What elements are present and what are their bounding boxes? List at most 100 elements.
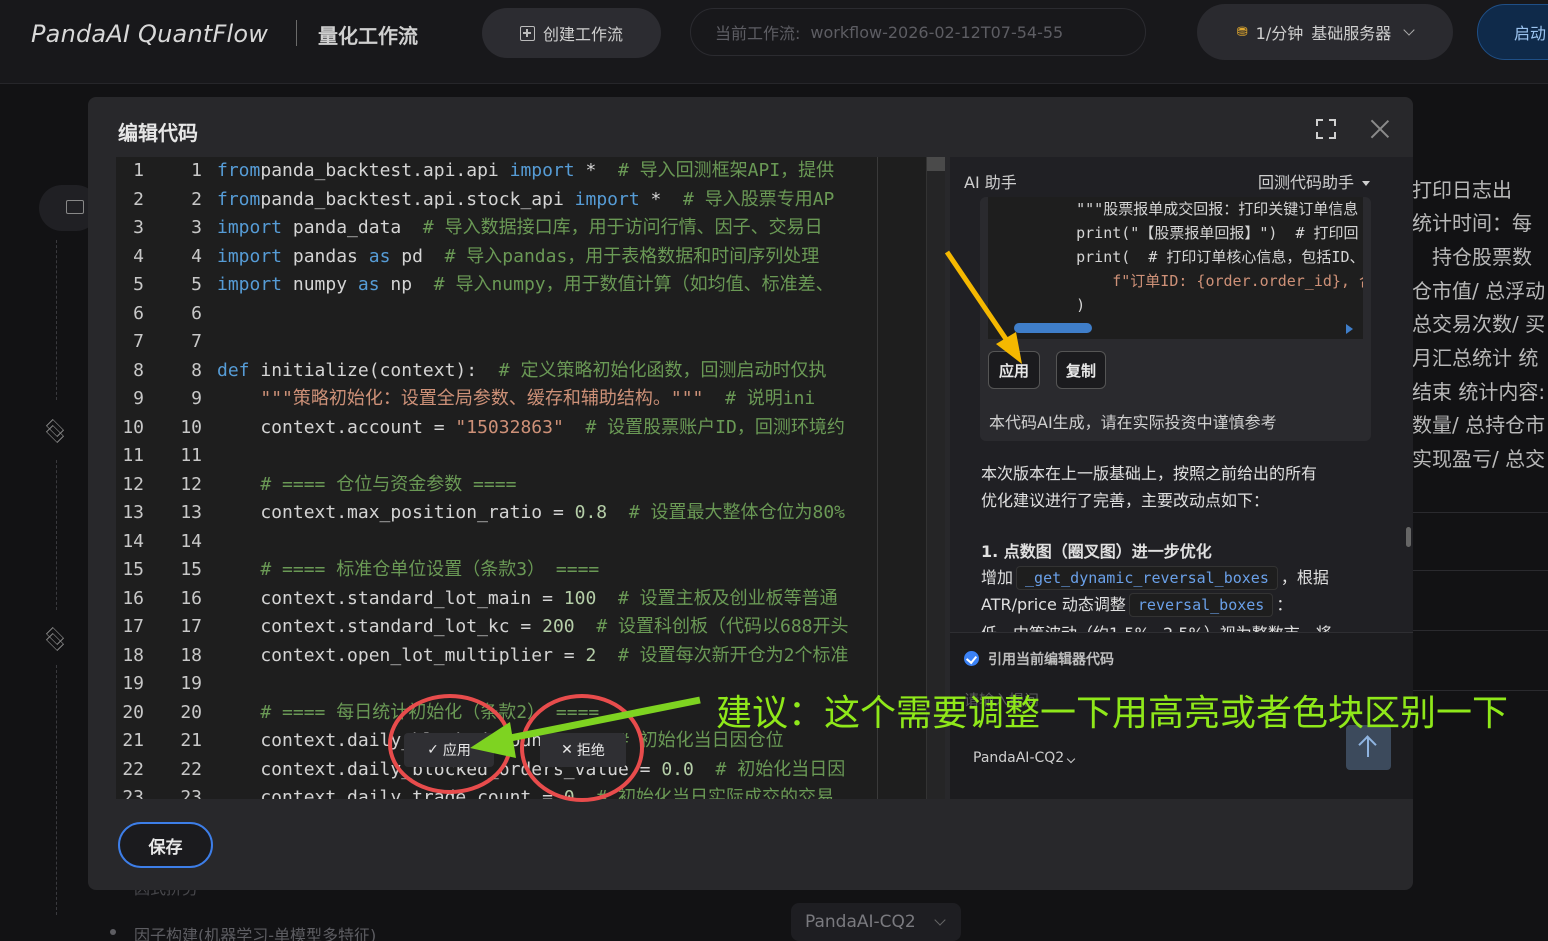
line-number: 15 (122, 559, 144, 580)
check-icon: ✓ (427, 742, 439, 758)
line-number: 22 (180, 758, 202, 780)
chevron-down-icon (934, 914, 946, 926)
line-number: 14 (122, 530, 144, 552)
line-number: 13 (180, 502, 202, 523)
ai-panel-scrollbar[interactable] (1406, 257, 1412, 637)
fullscreen-icon[interactable] (1316, 119, 1336, 139)
folder-icon (66, 200, 84, 214)
server-select[interactable]: ⛃ 1/分钟 基础服务器 (1197, 4, 1453, 60)
code-line[interactable]: 15 15 # ==== 标准仓单位设置（条款3） ==== (116, 556, 945, 584)
line-number: 4 (191, 245, 202, 267)
layers-icon (44, 628, 66, 650)
ai-copy-button[interactable]: 复制 (1056, 351, 1106, 389)
line-number: 10 (180, 416, 202, 438)
line-number: 8 (133, 359, 144, 381)
brand-subtitle: 量化工作流 (318, 24, 418, 48)
code-text: def initialize(context): # 定义策略初始化函数，回测启… (217, 359, 827, 381)
line-number: 9 (191, 388, 202, 409)
start-button[interactable]: 启动 (1477, 4, 1548, 60)
inline-apply-button[interactable]: ✓ 应用 (404, 733, 494, 767)
code-line[interactable]: 10 10 context.account = "15032863" # 设置股票… (116, 414, 945, 442)
line-number: 23 (180, 787, 202, 799)
bg-log-line: 打印日志出 (1412, 178, 1512, 202)
bg-tree-item[interactable]: 因子构建(机器学习-单模型多特征) (134, 922, 376, 941)
tree-connector (56, 460, 57, 610)
ai-code-line: """股票报单成交回报：打印关键订单信息 (1040, 200, 1359, 218)
model-select[interactable]: PandaAI-CQ2 (973, 750, 1076, 766)
create-workflow-button[interactable]: 创建工作流 (482, 8, 661, 58)
code-line[interactable]: 4 4 import pandas as pd # 导入pandas，用于表格数据和… (116, 243, 945, 271)
code-line[interactable]: 13 13 context.max_position_ratio = 0.8 # … (116, 499, 945, 527)
ai-disclaimer: 本代码AI生成，请在实际投资中谨慎参考 (989, 413, 1277, 432)
annotation-comment: 建议：这个需要调整一下用高亮或者色块区别一下 (716, 693, 1509, 734)
line-number: 12 (122, 473, 144, 495)
code-text: context.max_position_ratio = 0.8 # 设置最大整… (217, 502, 846, 523)
code-line[interactable]: 3 3 import panda_data # 导入数据接口库，用于访问行情、因子、… (116, 214, 945, 242)
ai-message-heading: 1. 点数图（圈叉图）进一步优化 (981, 542, 1212, 561)
modal-title: 编辑代码 (118, 121, 198, 145)
code-line[interactable]: 12 12 # ==== 仓位与资金参数 ==== (116, 471, 945, 499)
code-text: context.standard_lot_main = 100 # 设置主板及创… (217, 587, 838, 609)
line-number: 9 (133, 388, 144, 409)
bg-model-select[interactable]: PandaAI-CQ2 (791, 903, 961, 941)
line-number: 22 (122, 758, 144, 780)
code-line[interactable]: 23 23 context.daily_trade_count = 0 # 初始化… (116, 784, 945, 799)
code-text: import pandas as pd # 导入pandas，用于表格数据和时间… (217, 245, 820, 267)
code-line[interactable]: 66 (116, 300, 945, 328)
code-text: frompanda_backtest.api.stock_api import … (217, 188, 835, 210)
code-line[interactable]: 11 11 (116, 442, 945, 470)
code-text: """策略初始化：设置全局参数、缓存和辅助结构。""" # 说明ini (260, 388, 816, 409)
reference-editor-label[interactable]: 引用当前编辑器代码 (988, 649, 1114, 669)
code-text: frompanda_backtest.api.api import * # 导入… (217, 160, 835, 181)
code-text: # ==== 每日统计初始化（条款2） ==== (260, 701, 600, 723)
code-line[interactable]: 18 18 context.open_lot_multiplier = 2 # 设… (116, 642, 945, 670)
line-number: 21 (122, 730, 144, 751)
code-text: context.daily_blocked_orders_value = 0.0… (217, 758, 846, 780)
code-line[interactable]: 14 14 (116, 528, 945, 556)
ai-text-fragment: ，根据 (1280, 568, 1329, 587)
editor-scroll-thumb[interactable] (927, 157, 945, 171)
current-workflow-field[interactable]: 当前工作流: workflow-2026-02-12T07-54-55 (690, 8, 1146, 56)
brand-divider (296, 20, 297, 46)
line-number: 20 (180, 701, 202, 723)
ai-mode-label: 回测代码助手 (1258, 173, 1355, 192)
code-text: import panda_data # 导入数据接口库，用于访问行情、因子、交易… (217, 217, 823, 238)
divider (1412, 512, 1548, 513)
ai-mode-select[interactable]: 回测代码助手 (1258, 169, 1371, 193)
ai-code-scrollbar[interactable] (1014, 323, 1092, 333)
tree-connector (56, 240, 57, 400)
server-name: 基础服务器 (1311, 24, 1392, 43)
line-number: 7 (133, 331, 144, 352)
code-line[interactable]: 5 5 import numpy as np # 导入numpy，用于数值计算（如均… (116, 271, 945, 299)
layers-icon (44, 420, 66, 442)
ai-apply-button[interactable]: 应用 (988, 351, 1040, 389)
line-number: 18 (122, 644, 144, 666)
code-line[interactable]: 22 22 context.daily_blocked_orders_value … (116, 756, 945, 784)
code-line[interactable]: 77 (116, 328, 945, 356)
code-line[interactable]: 2 2 frompanda_backtest.api.stock_api impor… (116, 186, 945, 214)
code-line[interactable]: 8 8 def initialize(context): # 定义策略初始化函数，回… (116, 357, 945, 385)
checkbox-checked-icon[interactable] (964, 651, 979, 666)
line-number: 11 (122, 445, 144, 466)
code-line[interactable]: 17 17 context.standard_lot_kc = 200 # 设置科… (116, 613, 945, 641)
inline-reject-button[interactable]: ✕ 拒绝 (540, 733, 626, 767)
code-line[interactable]: 9 9 """策略初始化：设置全局参数、缓存和辅助结构。""" # 说明ini (116, 385, 945, 413)
line-number: 1 (191, 160, 202, 181)
ai-code-card: """股票报单成交回报：打印关键订单信息 print("【股票报单回报】") #… (980, 197, 1371, 441)
edit-code-modal: 编辑代码 1 1 frompanda_backtest.api.api import… (88, 97, 1413, 890)
ai-text-fragment: 增加 (981, 568, 1014, 587)
scroll-right-icon[interactable] (1346, 324, 1353, 334)
code-text: context.standard_lot_kc = 200 # 设置科创板（代码… (217, 616, 849, 637)
ai-code-line: print( # 打印订单核心信息，包括ID、 (1040, 248, 1363, 266)
code-line[interactable]: 16 16 context.standard_lot_main = 100 # 设… (116, 585, 945, 613)
bg-log-line: 结束 统计内容: (1412, 380, 1546, 404)
close-icon[interactable] (1370, 119, 1390, 139)
line-number: 23 (122, 787, 144, 799)
brand-logo: PandaAI QuantFlow (31, 20, 269, 48)
line-number: 21 (180, 730, 202, 751)
code-line[interactable]: 1 1 frompanda_backtest.api.api import * # … (116, 157, 945, 185)
line-number: 17 (180, 616, 202, 637)
inline-code: reversal_boxes (1128, 593, 1274, 617)
save-button[interactable]: 保存 (118, 822, 213, 868)
ai-text-fragment: ATR/price 动态调整 (981, 595, 1126, 614)
